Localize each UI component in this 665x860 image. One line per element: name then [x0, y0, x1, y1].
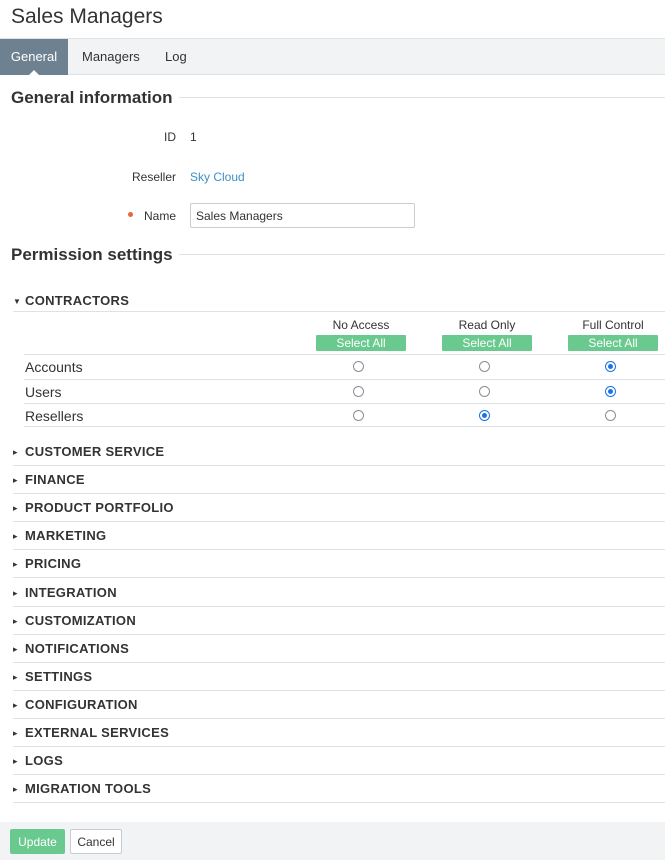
- permission-radio-read-only[interactable]: [479, 385, 490, 397]
- permission-group-customization[interactable]: ▸ CUSTOMIZATION: [13, 607, 665, 635]
- permission-group-label: FINANCE: [25, 472, 85, 488]
- permission-group-external-services[interactable]: ▸ EXTERNAL SERVICES: [13, 719, 665, 747]
- permission-radio-no-access[interactable]: [353, 361, 364, 372]
- caret-right-icon: ▸: [13, 615, 18, 626]
- id-value: 1: [190, 130, 197, 144]
- permission-radio-no-access[interactable]: [353, 410, 364, 421]
- permission-settings-heading: Permission settings: [11, 245, 179, 265]
- permission-group-settings[interactable]: ▸ SETTINGS: [13, 663, 665, 691]
- permission-group-label: PRODUCT PORTFOLIO: [25, 500, 174, 516]
- permission-group-product-portfolio[interactable]: ▸ PRODUCT PORTFOLIO: [13, 494, 665, 523]
- permission-group-label: SETTINGS: [25, 668, 93, 684]
- permission-group-contractors[interactable]: ▼ CONTRACTORS: [13, 287, 665, 312]
- permission-radio-full-control[interactable]: [605, 410, 616, 421]
- permission-group-label: MARKETING: [25, 528, 107, 544]
- update-button[interactable]: Update: [10, 829, 65, 854]
- caret-right-icon: ▸: [13, 475, 18, 486]
- permission-group-marketing[interactable]: ▸ MARKETING: [13, 522, 665, 551]
- caret-right-icon: ▸: [13, 531, 18, 542]
- column-header-no-access: No Access: [332, 318, 390, 332]
- permission-radio-read-only[interactable]: [479, 361, 490, 372]
- select-all-full-control-button[interactable]: Select All: [568, 335, 658, 351]
- reseller-link[interactable]: Sky Cloud: [190, 170, 245, 184]
- permission-row: Resellers: [24, 403, 665, 427]
- permission-row-label: Users: [25, 383, 62, 400]
- page-title: Sales Managers: [11, 5, 163, 28]
- permission-group-label: EXTERNAL SERVICES: [25, 725, 170, 740]
- permission-row-label: Accounts: [25, 359, 83, 375]
- permission-group-finance[interactable]: ▸ FINANCE: [13, 466, 665, 495]
- column-header-full-control: Full Control: [582, 318, 644, 332]
- general-info-heading: General information: [11, 88, 179, 108]
- tab-managers[interactable]: Managers: [82, 39, 140, 75]
- id-label: ID: [164, 130, 176, 144]
- caret-down-icon: ▼: [13, 297, 21, 306]
- caret-right-icon: ▸: [13, 447, 18, 457]
- caret-right-icon: ▸: [13, 784, 18, 795]
- permission-group-pricing[interactable]: ▸ PRICING: [13, 550, 665, 579]
- caret-right-icon: ▸: [13, 699, 18, 710]
- caret-right-icon: ▸: [13, 643, 18, 654]
- permission-group-label: CONTRACTORS: [25, 293, 130, 308]
- tab-log[interactable]: Log: [165, 39, 187, 75]
- permission-group-notifications[interactable]: ▸ NOTIFICATIONS: [13, 635, 665, 663]
- permission-group-logs[interactable]: ▸ LOGS: [13, 747, 665, 776]
- permission-group-label: PRICING: [25, 556, 82, 572]
- caret-right-icon: ▸: [13, 728, 18, 738]
- tab-bar: General Managers Log: [0, 38, 665, 75]
- reseller-label: Reseller: [131, 170, 176, 184]
- name-field[interactable]: [190, 203, 415, 228]
- permission-radio-full-control[interactable]: [605, 385, 616, 397]
- cancel-button[interactable]: Cancel: [70, 829, 122, 854]
- caret-right-icon: ▸: [13, 503, 18, 514]
- permission-group-label: INTEGRATION: [25, 584, 117, 600]
- select-all-read-only-button[interactable]: Select All: [442, 335, 532, 351]
- caret-right-icon: ▸: [13, 756, 18, 767]
- permission-group-migration-tools[interactable]: ▸ MIGRATION TOOLS: [13, 775, 665, 804]
- permission-group-customer-service[interactable]: ▸ CUSTOMER SERVICE: [13, 438, 665, 466]
- select-all-no-access-button[interactable]: Select All: [316, 335, 406, 351]
- column-header-read-only: Read Only: [458, 318, 516, 332]
- permission-row: Users: [24, 378, 665, 403]
- caret-right-icon: ▸: [13, 587, 18, 598]
- permission-group-configuration[interactable]: ▸ CONFIGURATION: [13, 691, 665, 719]
- permission-row-label: Resellers: [25, 408, 84, 424]
- section-divider: [160, 97, 665, 98]
- caret-right-icon: ▸: [13, 559, 18, 570]
- permission-radio-full-control[interactable]: [605, 361, 616, 372]
- permission-group-label: CUSTOMER SERVICE: [25, 444, 165, 459]
- permission-group-label: CONFIGURATION: [25, 696, 138, 712]
- permission-group-label: MIGRATION TOOLS: [25, 781, 152, 797]
- section-divider: [160, 254, 665, 255]
- permission-radio-read-only[interactable]: [479, 410, 490, 421]
- permission-group-label: CUSTOMIZATION: [25, 612, 137, 628]
- permission-group-label: LOGS: [25, 753, 64, 769]
- permission-radio-no-access[interactable]: [353, 385, 364, 397]
- permission-row: Accounts: [24, 354, 665, 378]
- permission-group-integration[interactable]: ▸ INTEGRATION: [13, 579, 665, 607]
- name-label: Name: [143, 209, 176, 223]
- caret-right-icon: ▸: [13, 671, 18, 682]
- permission-group-label: NOTIFICATIONS: [25, 640, 130, 656]
- form-footer: Update Cancel: [0, 822, 665, 860]
- tab-general[interactable]: General: [0, 39, 68, 75]
